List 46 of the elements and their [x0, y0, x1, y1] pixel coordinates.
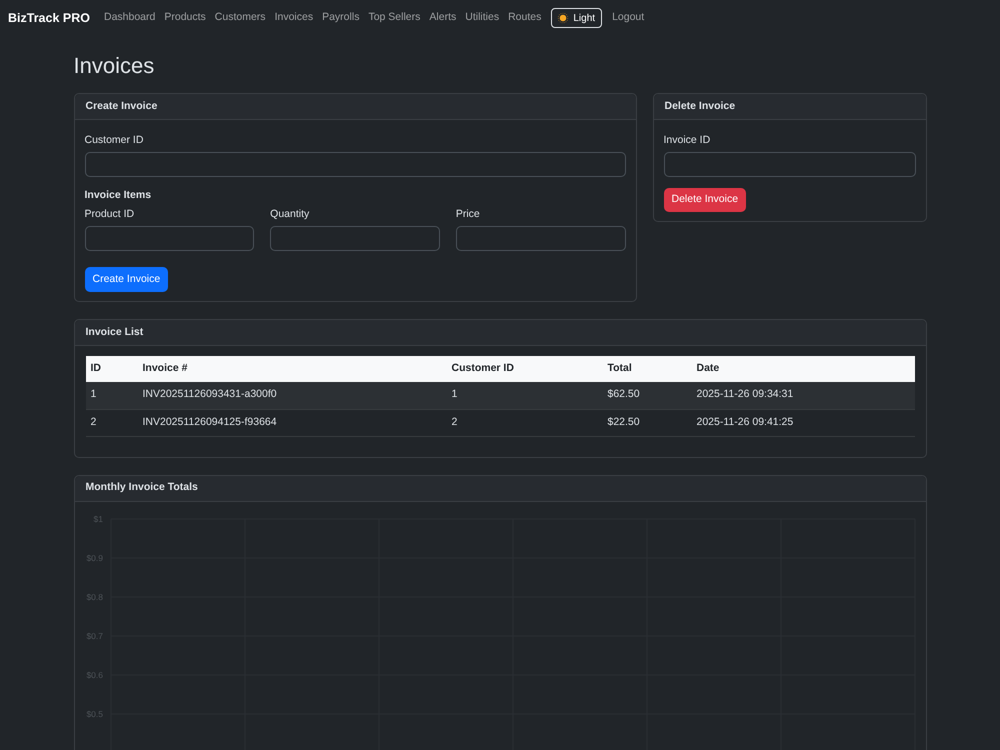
row-id: 2 — [86, 409, 138, 436]
create-invoice-button[interactable]: Create Invoice — [84, 267, 168, 292]
row-id: 1 — [86, 382, 138, 409]
section-heading: Invoice Items — [84, 188, 152, 202]
column-header: Total — [602, 356, 692, 382]
card-header: Invoice List — [74, 320, 926, 346]
column-header: Invoice # — [138, 356, 446, 382]
card-header: Delete Invoice — [654, 94, 926, 120]
nav-link[interactable]: Alerts — [429, 10, 456, 26]
price-input[interactable] — [456, 226, 626, 251]
quantity-input[interactable] — [270, 226, 440, 251]
logout-link[interactable]: Logout — [612, 10, 644, 26]
card-header: Create Invoice — [74, 94, 636, 120]
theme-toggle-button[interactable]: Light — [551, 8, 602, 28]
nav-link[interactable]: Dashboard — [104, 10, 156, 26]
page-title: Invoices — [74, 53, 156, 79]
customer-id: 1 — [446, 382, 602, 409]
customer-id-input[interactable] — [84, 152, 626, 177]
column-header: ID — [86, 356, 138, 382]
nav-link[interactable]: Invoices — [274, 10, 314, 26]
invoice-number: INV20251126093431-a300f0 — [138, 382, 446, 409]
column-header: Date — [692, 356, 914, 382]
card-header: Monthly Invoice Totals — [74, 476, 926, 502]
field-label: Invoice ID — [664, 133, 712, 147]
column-header: Customer ID — [446, 356, 602, 382]
field-label: Price — [456, 207, 481, 221]
field-label: Product ID — [84, 207, 136, 221]
invoice-date: 2025-11-26 09:41:25 — [692, 409, 914, 436]
nav-link[interactable]: Payrolls — [322, 10, 360, 26]
nav-link[interactable]: Utilities — [465, 10, 500, 26]
invoice-date: 2025-11-26 09:34:31 — [692, 382, 914, 409]
invoice-id-input[interactable] — [664, 152, 916, 177]
field-label: Customer ID — [84, 133, 144, 147]
nav-link[interactable]: Products — [164, 10, 206, 26]
delete-invoice-button[interactable]: Delete Invoice — [664, 188, 746, 212]
customer-id: 2 — [446, 409, 602, 436]
field-label: Quantity — [270, 207, 310, 221]
invoice-total: $22.50 — [602, 409, 692, 436]
nav-link[interactable]: Routes — [508, 10, 542, 26]
sun-icon — [558, 13, 568, 23]
invoice-number: INV20251126094125-f93664 — [138, 409, 446, 436]
brand-name[interactable]: BizTrack PRO — [8, 8, 90, 28]
nav-link[interactable]: Customers — [214, 10, 266, 26]
invoice-total: $62.50 — [602, 382, 692, 409]
nav-link[interactable]: Top Sellers — [368, 10, 420, 26]
product-id-input[interactable] — [84, 226, 254, 251]
